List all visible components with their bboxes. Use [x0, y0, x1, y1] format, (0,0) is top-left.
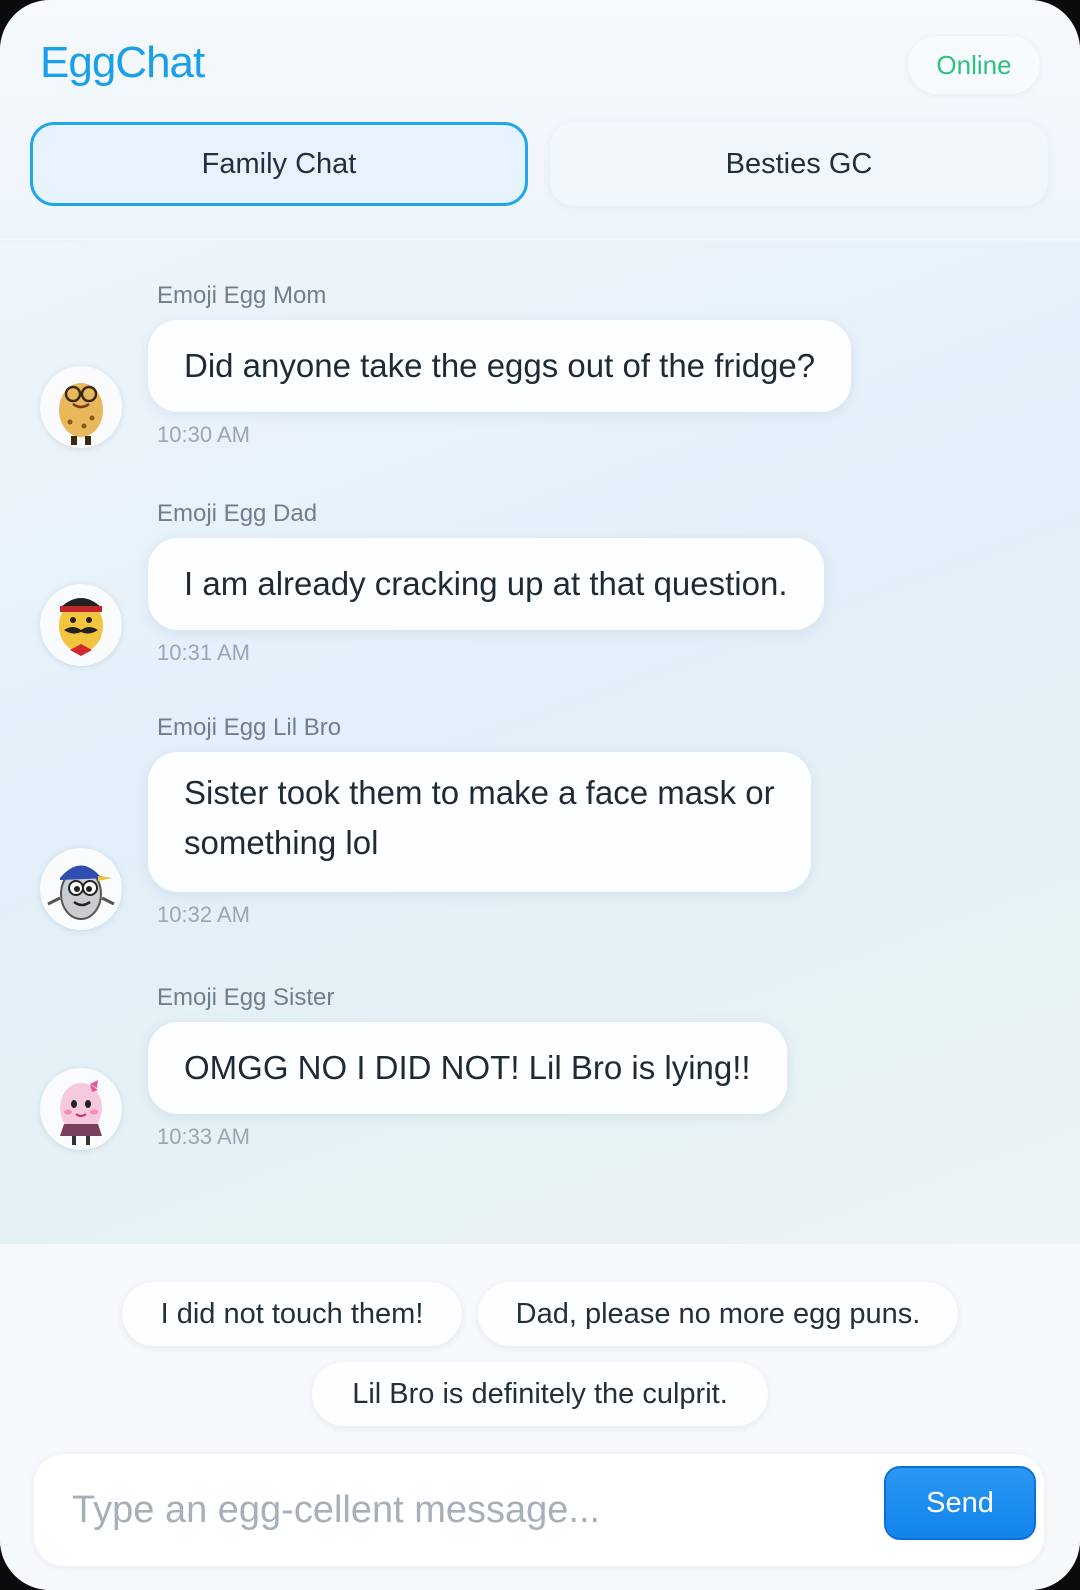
quick-reply-chip[interactable]: I did not touch them!	[122, 1282, 462, 1346]
message-bubble: I am already cracking up at that questio…	[148, 538, 824, 630]
message-sender: Emoji Egg Dad	[157, 500, 318, 527]
egg-lil-bro-avatar[interactable]	[40, 848, 122, 930]
tab-family-chat[interactable]: Family Chat	[30, 122, 528, 206]
egg-mom-avatar[interactable]	[40, 366, 122, 448]
app-title: EggChat	[40, 38, 205, 87]
online-status-badge: Online	[908, 36, 1040, 94]
message-bubble: Sister took them to make a face mask or …	[148, 752, 811, 892]
message-timestamp: 10:33 AM	[157, 1124, 250, 1149]
chat-app: EggChat Online Family Chat Besties GC Em…	[0, 0, 1080, 1590]
header: EggChat Online Family Chat Besties GC	[0, 0, 1080, 240]
message-list[interactable]: Emoji Egg Mom Did anyone take the eggs o…	[0, 242, 1080, 1244]
message-timestamp: 10:31 AM	[157, 640, 250, 665]
message-sender: Emoji Egg Mom	[157, 282, 327, 309]
send-button[interactable]: Send	[884, 1466, 1036, 1540]
message-timestamp: 10:30 AM	[157, 422, 250, 447]
message-composer: Send	[0, 1444, 1080, 1590]
quick-reply-chip[interactable]: Lil Bro is definitely the culprit.	[312, 1362, 768, 1426]
quick-reply-chip[interactable]: Dad, please no more egg puns.	[478, 1282, 958, 1346]
egg-sister-avatar[interactable]	[40, 1068, 122, 1150]
egg-dad-avatar[interactable]	[40, 584, 122, 666]
message-text-line: something lol	[184, 824, 379, 861]
message-bubble: Did anyone take the eggs out of the frid…	[148, 320, 852, 412]
message-sender: Emoji Egg Lil Bro	[157, 714, 342, 741]
tab-besties-gc[interactable]: Besties GC	[550, 122, 1048, 206]
quick-replies: I did not touch them! Dad, please no mor…	[0, 1244, 1080, 1444]
message-sender: Emoji Egg Sister	[157, 984, 335, 1011]
message-text-line: Sister took them to make a face mask or	[184, 774, 775, 811]
message-timestamp: 10:32 AM	[157, 902, 250, 927]
message-bubble: OMGG NO I DID NOT! Lil Bro is lying!!	[148, 1022, 787, 1114]
